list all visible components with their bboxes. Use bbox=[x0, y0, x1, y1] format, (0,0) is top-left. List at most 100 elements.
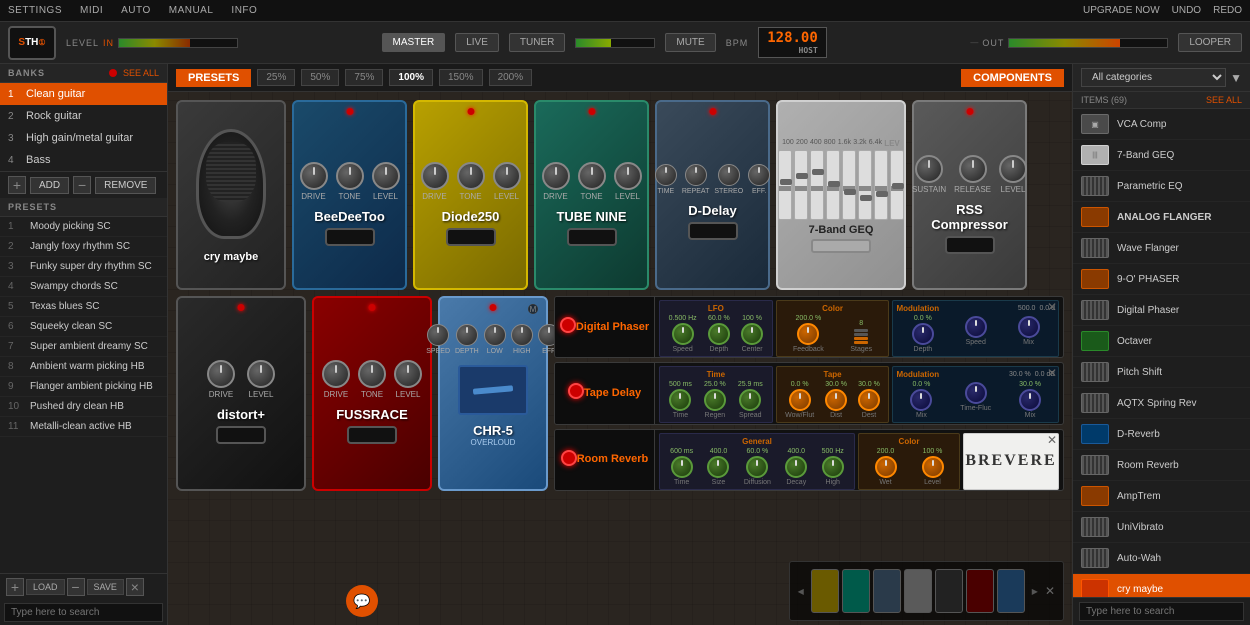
add-bank-icon[interactable]: + bbox=[8, 176, 26, 194]
component-wave-flanger[interactable]: Wave Flanger bbox=[1073, 233, 1250, 264]
reverb-level-knob[interactable] bbox=[922, 456, 944, 478]
pedal-ddelay[interactable]: TIME REPEAT STEREO EFF. D-Delay bbox=[655, 100, 770, 290]
preset-item-3[interactable]: 3Funky super dry rhythm SC bbox=[0, 257, 167, 277]
add-preset-icon[interactable]: + bbox=[6, 578, 24, 596]
master-btn[interactable]: MASTER bbox=[382, 33, 446, 52]
thumb-2[interactable] bbox=[842, 569, 870, 613]
preset-item-9[interactable]: 9Flanger ambient picking HB bbox=[0, 377, 167, 397]
zoom-25-btn[interactable]: 25% bbox=[257, 69, 295, 86]
zoom-75-btn[interactable]: 75% bbox=[345, 69, 383, 86]
thumb-4[interactable] bbox=[904, 569, 932, 613]
geq-slider-1[interactable] bbox=[780, 179, 792, 185]
preset-item-6[interactable]: 6Squeeky clean SC bbox=[0, 317, 167, 337]
ddelay-stereo-knob[interactable] bbox=[718, 164, 740, 186]
tapedelay-spread-knob[interactable] bbox=[739, 389, 761, 411]
comp-sustain-knob[interactable] bbox=[915, 155, 943, 183]
geq-footswitch[interactable] bbox=[811, 239, 871, 253]
reverb-wet-knob[interactable] bbox=[875, 456, 897, 478]
pedal-tubenine[interactable]: DRIVE TONE LEVEL TUBE NINE bbox=[534, 100, 649, 290]
thumbs-next-icon[interactable]: ▶ bbox=[1032, 587, 1038, 596]
phaser-mod-speed-knob[interactable] bbox=[965, 316, 987, 338]
geq-slider-5[interactable] bbox=[844, 189, 856, 195]
tapedelay-time-knob[interactable] bbox=[669, 389, 691, 411]
remove-bank-icon[interactable]: − bbox=[73, 176, 91, 194]
bank-item-2[interactable]: 2 Rock guitar bbox=[0, 105, 167, 127]
reverb-high-knob[interactable] bbox=[822, 456, 844, 478]
distort-level-knob[interactable] bbox=[247, 360, 275, 388]
remove-preset-icon[interactable]: − bbox=[67, 578, 85, 596]
undo-btn[interactable]: UNDO bbox=[1172, 5, 1201, 16]
component-search[interactable] bbox=[1079, 602, 1244, 621]
beedeetoo-drive-knob[interactable] bbox=[300, 162, 328, 190]
component-vca-comp[interactable]: ▣ VCA Comp bbox=[1073, 109, 1250, 140]
tapedelay-mod-mix2-knob[interactable] bbox=[1019, 389, 1041, 411]
thumb-1[interactable] bbox=[811, 569, 839, 613]
pedal-chr5[interactable]: SPEED DEPTH LOW HIGH EFF CHR-5 OVERLOUD … bbox=[438, 296, 548, 491]
thumbs-close-icon[interactable]: ✕ bbox=[1045, 584, 1055, 598]
tubenine-tone-knob[interactable] bbox=[578, 162, 606, 190]
tapedelay-close-btn[interactable]: ✕ bbox=[1047, 367, 1057, 379]
diode250-tone-knob[interactable] bbox=[457, 162, 485, 190]
pedal-beedeetoo[interactable]: DRIVE TONE LEVEL BeeDeeToo bbox=[292, 100, 407, 290]
chr5-low-knob[interactable] bbox=[484, 324, 506, 346]
looper-btn[interactable]: LOOPER bbox=[1178, 33, 1242, 52]
add-bank-btn[interactable]: ADD bbox=[30, 177, 69, 194]
component-cry-maybe[interactable]: cry maybe bbox=[1073, 574, 1250, 597]
thumb-7[interactable] bbox=[997, 569, 1025, 613]
phaser-depth-knob[interactable] bbox=[708, 323, 730, 345]
fussrace-footswitch[interactable] bbox=[347, 426, 397, 444]
remove-bank-btn[interactable]: REMOVE bbox=[95, 177, 156, 194]
comp-level-knob[interactable] bbox=[999, 155, 1027, 183]
bank-item-3[interactable]: 3 High gain/metal guitar bbox=[0, 127, 167, 149]
menu-info[interactable]: INFO bbox=[231, 5, 257, 16]
preset-item-4[interactable]: 4Swampy chords SC bbox=[0, 277, 167, 297]
mute-btn[interactable]: MUTE bbox=[665, 33, 715, 52]
pedal-fussrace[interactable]: DRIVE TONE LEVEL FUSSRACE bbox=[312, 296, 432, 491]
tubenine-footswitch[interactable] bbox=[567, 228, 617, 246]
pedal-geq[interactable]: 1002004008001.6k3.2k6.4kLEV bbox=[776, 100, 906, 290]
phaser-mod-depth-knob[interactable] bbox=[912, 323, 934, 345]
preset-item-2[interactable]: 2Jangly foxy rhythm SC bbox=[0, 237, 167, 257]
fussrace-drive-knob[interactable] bbox=[322, 360, 350, 388]
clear-preset-icon[interactable]: × bbox=[126, 578, 144, 596]
preset-item-5[interactable]: 5Texas blues SC bbox=[0, 297, 167, 317]
geq-slider-6[interactable] bbox=[860, 195, 872, 201]
distort-footswitch[interactable] bbox=[216, 426, 266, 444]
preset-search[interactable] bbox=[4, 603, 163, 622]
components-btn[interactable]: COMPONENTS bbox=[961, 69, 1064, 87]
diode250-drive-knob[interactable] bbox=[421, 162, 449, 190]
zoom-50-btn[interactable]: 50% bbox=[301, 69, 339, 86]
bank-item-1[interactable]: 1 Clean guitar bbox=[0, 83, 167, 105]
thumbs-prev-icon[interactable]: ◀ bbox=[798, 587, 804, 596]
preset-item-1[interactable]: 1Moody picking SC bbox=[0, 217, 167, 237]
phaser-close-btn[interactable]: ✕ bbox=[1047, 301, 1057, 313]
category-select[interactable]: All categories bbox=[1081, 68, 1226, 87]
reverb-decay-knob[interactable] bbox=[785, 456, 807, 478]
zoom-200-btn[interactable]: 200% bbox=[489, 69, 533, 86]
fussrace-tone-knob[interactable] bbox=[358, 360, 386, 388]
component-7band-geq[interactable]: ||| 7-Band GEQ bbox=[1073, 140, 1250, 171]
phaser-on-btn[interactable] bbox=[560, 317, 576, 333]
menu-settings[interactable]: SETTINGS bbox=[8, 5, 62, 16]
fussrace-level-knob[interactable] bbox=[394, 360, 422, 388]
thumb-5[interactable] bbox=[935, 569, 963, 613]
beedeetoo-level-knob[interactable] bbox=[372, 162, 400, 190]
beedeetoo-footswitch[interactable] bbox=[325, 228, 375, 246]
preset-item-7[interactable]: 7Super ambient dreamy SC bbox=[0, 337, 167, 357]
phaser-center-knob[interactable] bbox=[741, 323, 763, 345]
component-aqtx-spring-rev[interactable]: AQTX Spring Rev bbox=[1073, 388, 1250, 419]
component-octaver[interactable]: Octaver bbox=[1073, 326, 1250, 357]
preset-item-10[interactable]: 10Pushed dry clean HB bbox=[0, 397, 167, 417]
upgrade-now-btn[interactable]: UPGRADE NOW bbox=[1083, 5, 1160, 16]
tubenine-drive-knob[interactable] bbox=[542, 162, 570, 190]
chr5-speed-knob[interactable] bbox=[427, 324, 449, 346]
ddelay-footswitch[interactable] bbox=[688, 222, 738, 240]
tapedelay-mod-time-knob[interactable] bbox=[965, 382, 987, 404]
category-dropdown-icon[interactable]: ▼ bbox=[1230, 71, 1242, 85]
geq-slider-2[interactable] bbox=[796, 173, 808, 179]
pedal-diode250[interactable]: DRIVE TONE LEVEL Diode250 bbox=[413, 100, 528, 290]
menu-midi[interactable]: MIDI bbox=[80, 5, 103, 16]
compressor-footswitch[interactable] bbox=[945, 236, 995, 254]
component-d-reverb[interactable]: D-Reverb bbox=[1073, 419, 1250, 450]
tapedelay-dest-knob[interactable] bbox=[858, 389, 880, 411]
